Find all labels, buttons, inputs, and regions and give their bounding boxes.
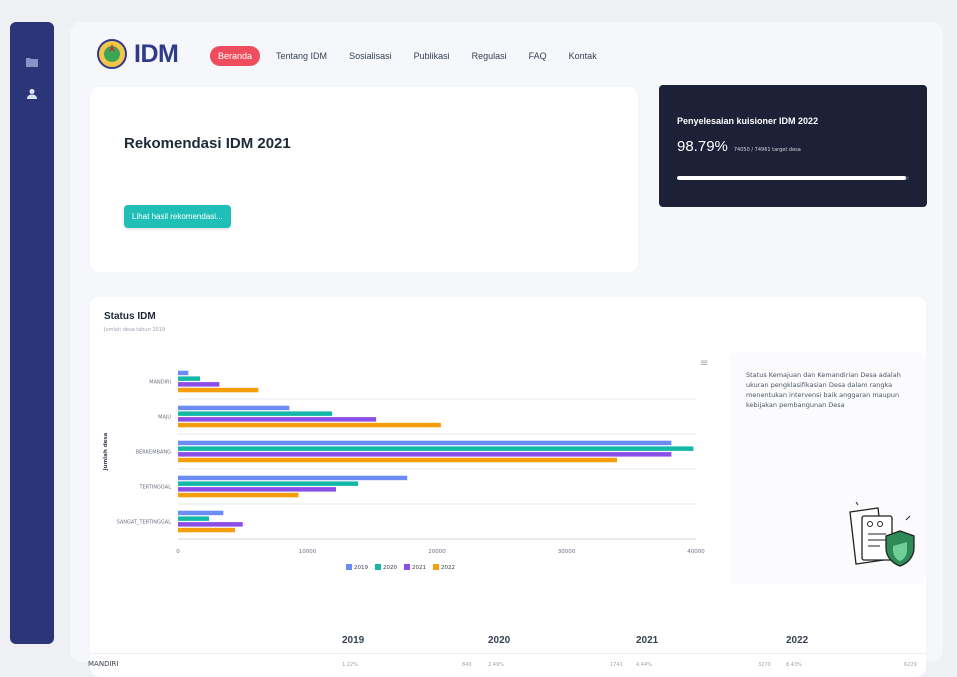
chart-bar (178, 446, 694, 451)
table-cell: 1741 (610, 662, 623, 668)
chart-x-tick-label: 40000 (687, 549, 705, 555)
view-recommendation-button[interactable]: Lihat hasil rekomendasi... (124, 205, 231, 228)
chart-bar (178, 411, 333, 416)
chart-bar (178, 522, 243, 527)
nav-kontak[interactable]: Kontak (569, 51, 597, 61)
chart-bar (178, 492, 299, 498)
chart-bar (178, 452, 672, 457)
chart-bar (178, 417, 377, 422)
status-idm-card: Status IDM Jumlah desa tahun 2019 ≡ MANDI… (88, 297, 926, 677)
chart-bar (178, 510, 224, 516)
status-chart: ≡ MANDIRI MAJU BERKEMBANG TERTINGGAL SANGAT_T… (90, 352, 720, 602)
chart-legend-label: 2019 (354, 565, 368, 571)
progress-stats: 98.79% 74050 / 74961 target desa (677, 138, 801, 155)
nav-beranda[interactable]: Beranda (210, 46, 261, 66)
document-shield-icon (849, 502, 915, 567)
chart-x-tick-label: 30000 (558, 549, 576, 555)
main-panel: IDM Beranda Tentang IDM Sosialisasi Publ… (70, 22, 943, 677)
progress-percent: 98.79% (677, 138, 728, 155)
table-row: MANDIRI 1.22% 840 2.49% 1741 4.44% 3270 … (88, 653, 926, 668)
chart-bar (178, 440, 672, 446)
chart-legend-label: 2021 (412, 565, 426, 571)
sidebar (10, 22, 54, 644)
chart-legend-swatch (404, 564, 410, 570)
chart-x-tick-label: 0 (176, 549, 180, 555)
table-cell: 3270 (758, 662, 771, 668)
table-cell: 840 (462, 662, 472, 668)
nav-tentang-idm[interactable]: Tentang IDM (276, 51, 327, 61)
chart-x-tick-label: 20000 (428, 549, 446, 555)
table-cell: 4.44% (636, 662, 652, 668)
chart-category-label: TERTINGGAL (138, 485, 171, 491)
status-title: Status IDM (104, 311, 156, 322)
table-cell: 2.49% (488, 662, 504, 668)
top-nav: IDM Beranda Tentang IDM Sosialisasi Publ… (70, 22, 943, 92)
status-info-text: Status Kemajuan dan Kemandirian Desa ada… (746, 371, 901, 409)
chart-bar (178, 481, 359, 486)
status-bar-chart: ≡ MANDIRI MAJU BERKEMBANG TERTINGGAL SANGAT_T… (103, 358, 708, 571)
chart-menu-icon[interactable]: ≡ (700, 358, 708, 369)
table-cell: 6229 (904, 662, 917, 668)
chart-category-label: MAJU (158, 415, 171, 421)
chart-bar (178, 527, 235, 533)
year-2022: 2022 (786, 635, 809, 646)
status-subtitle: Jumlah desa tahun 2019 (104, 327, 166, 333)
user-icon[interactable] (24, 86, 40, 102)
recommendation-title: Rekomendasi IDM 2021 (124, 135, 291, 152)
chart-bar (178, 376, 201, 381)
year-headers: 2019 2020 2021 2022 (90, 635, 926, 653)
recommendation-card: Rekomendasi IDM 2021 Lihat hasil rekomen… (90, 87, 638, 272)
status-info-card: Status Kemajuan dan Kemandirian Desa ada… (730, 352, 926, 584)
chart-legend-swatch (433, 564, 439, 570)
chart-category-label: SANGAT_TERTINGGAL (117, 520, 172, 526)
chart-legend-swatch (375, 564, 381, 570)
chart-bar (178, 370, 189, 376)
nav-regulasi[interactable]: Regulasi (472, 51, 507, 61)
chart-bar (178, 422, 441, 428)
chart-bar (178, 457, 618, 463)
chart-bar (178, 475, 408, 481)
chart-bar (178, 405, 290, 411)
chart-category-label: BERKEMBANG (136, 450, 171, 456)
nav-publikasi[interactable]: Publikasi (414, 51, 450, 61)
progress-bar-fill (677, 176, 907, 180)
table-cell: 8.43% (786, 662, 802, 668)
year-2021: 2021 (636, 635, 659, 646)
chart-bar (178, 516, 210, 521)
chart-legend-swatch (346, 564, 352, 570)
nav-faq[interactable]: FAQ (529, 51, 547, 61)
chart-x-tick-label: 10000 (299, 549, 317, 555)
progress-title: Penyelesaian kuisioner IDM 2022 (677, 116, 819, 126)
year-2020: 2020 (488, 635, 511, 646)
logo-text: IDM (134, 39, 179, 68)
chart-bar (178, 382, 220, 387)
folder-icon[interactable] (24, 54, 40, 70)
chart-y-axis-label: Jumlah desa (103, 432, 109, 471)
chart-legend-label: 2020 (383, 565, 397, 571)
logo-emblem-icon (97, 39, 127, 69)
progress-detail: 74050 / 74961 target desa (733, 147, 801, 153)
chart-bar (178, 387, 259, 393)
progress-bar (677, 176, 909, 180)
chart-category-label: MANDIRI (149, 380, 171, 386)
questionnaire-progress-card: Penyelesaian kuisioner IDM 2022 98.79% 7… (659, 85, 927, 207)
row-label: MANDIRI (88, 660, 119, 668)
chart-bar (178, 487, 336, 492)
chart-legend-label: 2022 (441, 565, 455, 571)
year-2019: 2019 (342, 635, 365, 646)
table-cell: 1.22% (342, 662, 358, 668)
nav-sosialisasi[interactable]: Sosialisasi (349, 51, 392, 61)
idm-logo[interactable]: IDM (96, 38, 179, 70)
main-menu: Beranda Tentang IDM Sosialisasi Publikas… (210, 46, 619, 66)
